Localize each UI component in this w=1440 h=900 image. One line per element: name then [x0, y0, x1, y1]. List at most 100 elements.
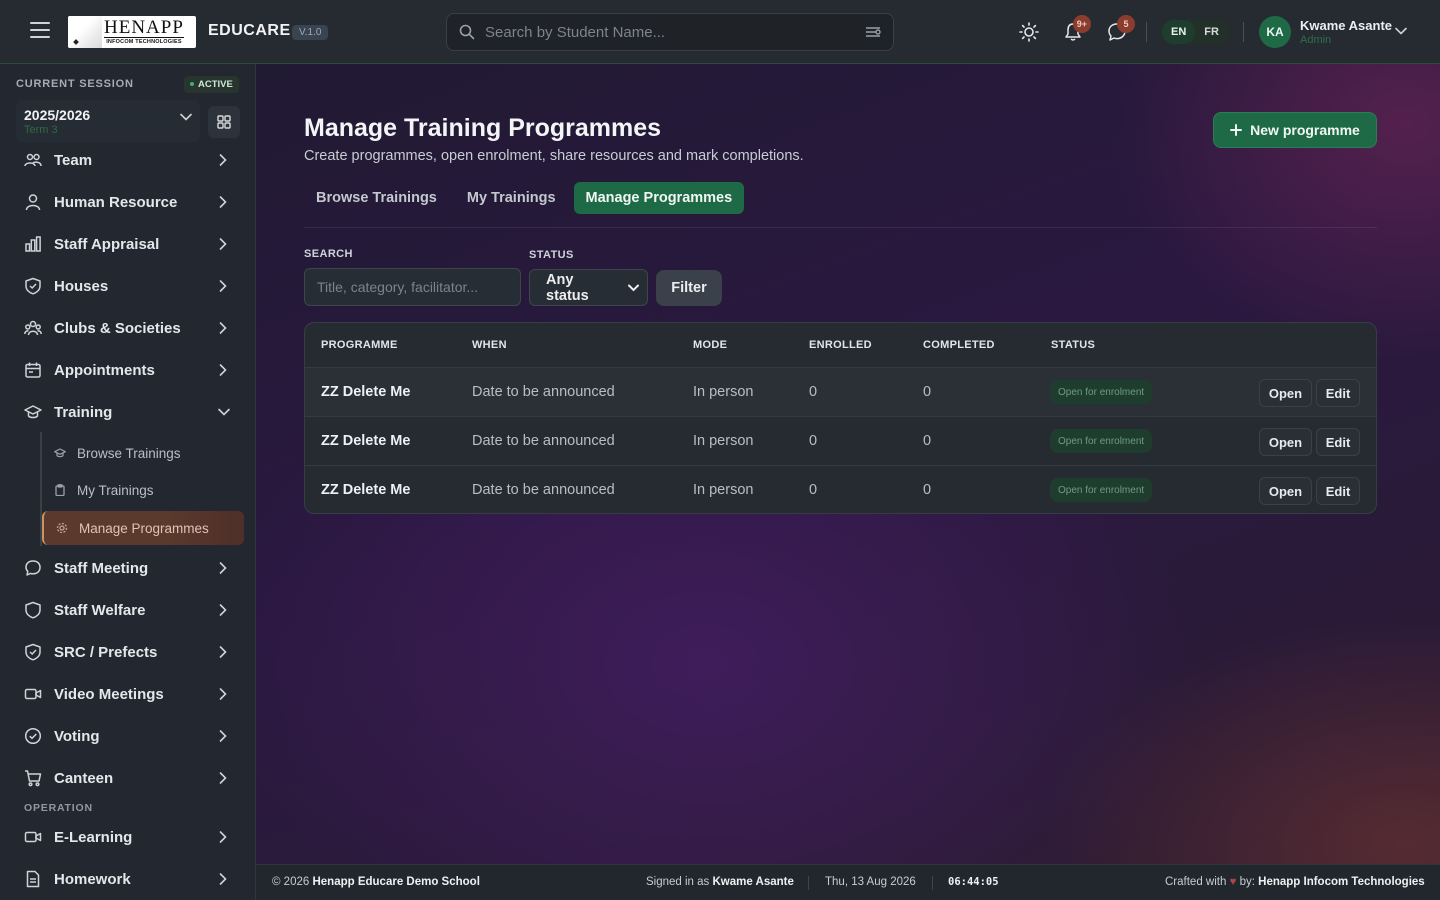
sidebar-subitem-manage-programmes[interactable]: Manage Programmes	[42, 511, 244, 545]
sidebar-item-label: E-Learning	[54, 828, 133, 846]
open-button[interactable]: Open	[1259, 428, 1312, 456]
copyright-year: © 2026	[272, 876, 310, 888]
sidebar-item-houses[interactable]: Houses	[0, 266, 255, 306]
shield-check-icon	[25, 643, 41, 661]
logo-subtitle: INFOCOM TECHNOLOGIES	[106, 38, 182, 45]
sidebar-item-voting[interactable]: Voting	[0, 716, 255, 756]
status-badge: Open for enrolment	[1050, 380, 1153, 404]
search-filter-icon[interactable]	[865, 25, 881, 39]
column-header: STATUS	[1051, 339, 1096, 351]
sidebar-item-staff-appraisal[interactable]: Staff Appraisal	[0, 224, 255, 264]
edit-button[interactable]: Edit	[1316, 477, 1360, 505]
status-badge: Open for enrolment	[1050, 429, 1153, 453]
chevron-right-icon	[219, 873, 227, 885]
footer-credit: Crafted with ♥ by: Henapp Infocom Techno…	[1165, 876, 1425, 888]
search-icon	[459, 24, 475, 40]
footer-divider	[932, 876, 933, 890]
top-bar: HENAPP INFOCOM TECHNOLOGIES EDUCARE V.1.…	[0, 0, 1440, 64]
programme-when: Date to be announced	[472, 384, 615, 400]
sidebar-item-video-meetings[interactable]: Video Meetings	[0, 674, 255, 714]
sidebar-item-human-resource[interactable]: Human Resource	[0, 182, 255, 222]
status-filter-label: STATUS	[529, 249, 574, 261]
users-icon	[24, 320, 42, 336]
status-select[interactable]: Any status	[529, 269, 648, 306]
chevron-right-icon	[219, 364, 227, 376]
heart-icon: ♥	[1229, 876, 1237, 888]
footer-signed-in: Signed in as Kwame Asante	[646, 876, 794, 888]
company-logo: HENAPP INFOCOM TECHNOLOGIES	[68, 16, 196, 48]
sidebar-item-staff-meeting[interactable]: Staff Meeting	[0, 548, 255, 588]
open-button[interactable]: Open	[1259, 477, 1312, 505]
team-icon	[24, 153, 42, 167]
filter-button[interactable]: Filter	[656, 270, 722, 306]
sidebar-subitem-browse-trainings[interactable]: Browse Trainings	[42, 436, 244, 470]
edit-button[interactable]: Edit	[1316, 379, 1360, 407]
programme-when: Date to be announced	[472, 433, 615, 449]
sidebar-item-label: Video Meetings	[54, 685, 164, 703]
tab-browse-trainings[interactable]: Browse Trainings	[304, 182, 449, 214]
completed-count: 0	[923, 384, 932, 400]
edit-button[interactable]: Edit	[1316, 428, 1360, 456]
menu-toggle-icon[interactable]	[30, 22, 50, 40]
sidebar-item-staff-welfare[interactable]: Staff Welfare	[0, 590, 255, 630]
sidebar-item-homework[interactable]: Homework	[0, 859, 255, 899]
sidebar-item-label: SRC / Prefects	[54, 643, 158, 661]
sidebar-item-canteen[interactable]: Canteen	[0, 758, 255, 798]
theme-toggle-button[interactable]	[1018, 21, 1040, 43]
main-content: Manage Training Programmes Create progra…	[256, 64, 1440, 864]
user-name[interactable]: Kwame Asante	[1300, 18, 1392, 33]
sidebar-subitem-my-trainings[interactable]: My Trainings	[42, 473, 244, 507]
footer-divider	[808, 876, 809, 890]
sidebar-item-e-learning[interactable]: E-Learning	[0, 817, 255, 857]
chevron-right-icon	[219, 280, 227, 292]
programme-search-input[interactable]	[304, 268, 521, 306]
chevron-right-icon	[219, 646, 227, 658]
user-role: Admin	[1300, 34, 1332, 46]
header-divider	[1243, 22, 1244, 42]
column-header: ENROLLED	[809, 339, 872, 351]
chevron-right-icon	[219, 831, 227, 843]
session-term: Term 3	[24, 124, 58, 136]
lang-fr-button[interactable]: FR	[1195, 20, 1228, 44]
chevron-right-icon	[219, 154, 227, 166]
completed-count: 0	[923, 482, 932, 498]
student-search-input[interactable]	[475, 23, 865, 41]
enrolled-count: 0	[809, 482, 818, 498]
column-header: PROGRAMME	[321, 339, 398, 351]
sun-icon	[1019, 22, 1039, 42]
messages-button[interactable]: 5	[1107, 15, 1135, 42]
tab-manage-programmes[interactable]: Manage Programmes	[573, 182, 745, 214]
bar-chart-icon	[25, 236, 41, 252]
new-programme-button[interactable]: New programme	[1213, 112, 1377, 148]
open-button[interactable]: Open	[1259, 379, 1312, 407]
table-row: ZZ Delete Me Date to be announced In per…	[305, 465, 1376, 513]
session-selector[interactable]: 2025/2026 Term 3	[16, 100, 200, 142]
chevron-right-icon	[219, 730, 227, 742]
user-icon	[25, 194, 41, 211]
gear-icon	[56, 522, 68, 534]
lang-en-button[interactable]: EN	[1162, 20, 1196, 44]
sidebar-item-training[interactable]: Training	[0, 392, 255, 432]
user-avatar[interactable]: KA	[1259, 16, 1291, 48]
notifications-button[interactable]: 9+	[1063, 15, 1091, 42]
footer-clock: 06:44:05	[948, 876, 999, 888]
sidebar-item-appointments[interactable]: Appointments	[0, 350, 255, 390]
version-badge: V.1.0	[292, 25, 329, 40]
chevron-down-icon[interactable]	[1395, 27, 1407, 35]
enrolled-count: 0	[809, 384, 818, 400]
chevron-down-icon	[180, 113, 192, 121]
page-title: Manage Training Programmes	[304, 114, 662, 142]
programme-mode: In person	[693, 433, 754, 449]
chevron-down-icon	[218, 408, 230, 416]
sidebar-item-clubs-societies[interactable]: Clubs & Societies	[0, 308, 255, 348]
sidebar-item-label: Houses	[54, 277, 109, 295]
global-search	[446, 13, 894, 51]
logo-mark	[68, 16, 102, 48]
apps-grid-button[interactable]	[208, 106, 240, 138]
sidebar-item-src-prefects[interactable]: SRC / Prefects	[0, 632, 255, 672]
sidebar-item-team[interactable]: Team	[0, 140, 255, 180]
sidebar-item-label: Staff Appraisal	[54, 235, 160, 253]
tab-my-trainings[interactable]: My Trainings	[455, 182, 568, 214]
sidebar-item-label: Appointments	[54, 361, 155, 379]
plus-icon	[1230, 124, 1243, 136]
